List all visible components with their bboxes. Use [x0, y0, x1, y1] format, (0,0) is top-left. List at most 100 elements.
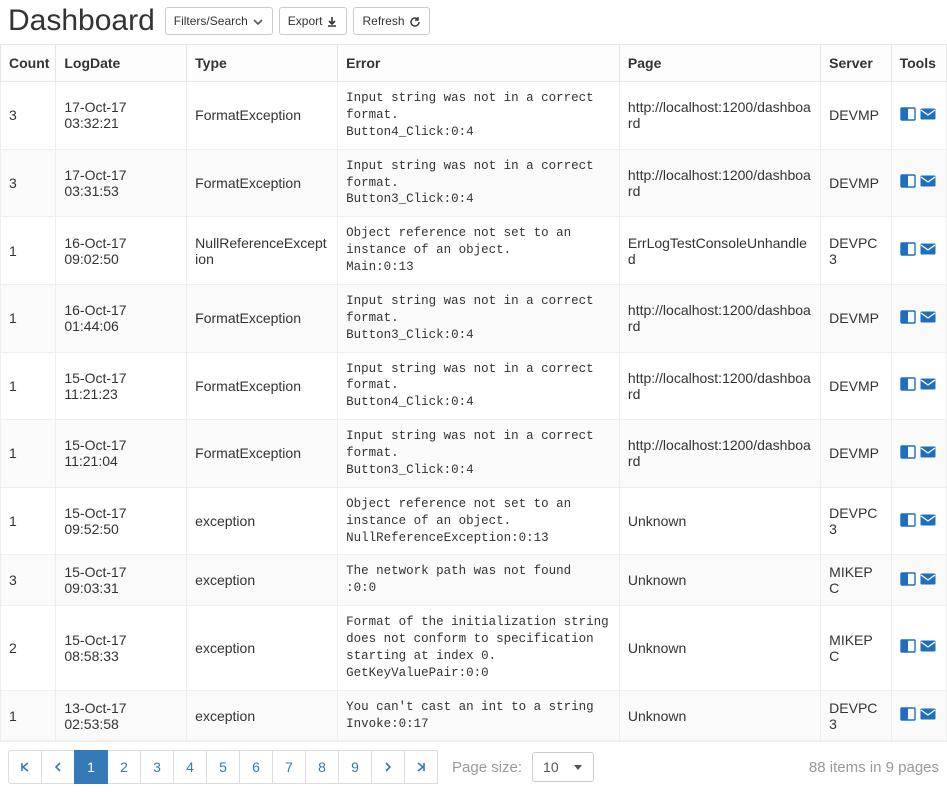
- export-label: Export: [288, 12, 323, 30]
- detail-icon[interactable]: [900, 310, 916, 327]
- cell-tools: [891, 690, 946, 741]
- detail-icon[interactable]: [900, 707, 916, 724]
- mail-icon[interactable]: [920, 572, 936, 589]
- cell-type: exception: [187, 555, 338, 606]
- mail-icon[interactable]: [920, 513, 936, 530]
- detail-icon[interactable]: [900, 445, 916, 462]
- cell-page: ErrLogTestConsoleUnhandled: [619, 217, 820, 285]
- page-size-wrap: Page size: 10: [452, 752, 594, 782]
- pager-next-button[interactable]: [371, 750, 405, 784]
- cell-page: Unknown: [619, 690, 820, 741]
- export-button[interactable]: Export: [279, 7, 348, 35]
- mail-icon[interactable]: [920, 377, 936, 394]
- cell-logdate: 15-Oct-17 08:58:33: [56, 606, 187, 691]
- cell-count: 1: [1, 690, 56, 741]
- cell-server: DEVPC3: [821, 217, 891, 285]
- cell-type: FormatException: [187, 149, 338, 217]
- filters-search-label: Filters/Search: [174, 12, 248, 30]
- pager-prev-button[interactable]: [41, 750, 75, 784]
- detail-icon[interactable]: [900, 377, 916, 394]
- cell-server: DEVMP: [821, 149, 891, 217]
- chevron-down-icon: [252, 15, 264, 27]
- cell-error: Input string was not in a correct format…: [338, 284, 620, 352]
- pager-page-6[interactable]: 6: [239, 750, 273, 784]
- cell-server: DEVMP: [821, 352, 891, 420]
- pager-page-5[interactable]: 5: [206, 750, 240, 784]
- pager-page-4[interactable]: 4: [173, 750, 207, 784]
- cell-logdate: 15-Oct-17 11:21:04: [56, 420, 187, 488]
- cell-type: exception: [187, 690, 338, 741]
- cell-type: NullReferenceException: [187, 217, 338, 285]
- mail-icon[interactable]: [920, 107, 936, 124]
- pager-page-9[interactable]: 9: [338, 750, 372, 784]
- cell-tools: [891, 555, 946, 606]
- pager-page-3[interactable]: 3: [140, 750, 174, 784]
- cell-error: Input string was not in a correct format…: [338, 82, 620, 150]
- page-size-select[interactable]: 10: [532, 752, 594, 782]
- mail-icon[interactable]: [920, 310, 936, 327]
- pager-page-2[interactable]: 2: [107, 750, 141, 784]
- cell-logdate: 16-Oct-17 09:02:50: [56, 217, 187, 285]
- cell-count: 1: [1, 352, 56, 420]
- refresh-icon: [409, 15, 421, 27]
- col-count[interactable]: Count: [1, 45, 56, 82]
- filters-search-button[interactable]: Filters/Search: [165, 7, 273, 35]
- table-row: 116-Oct-17 09:02:50NullReferenceExceptio…: [1, 217, 947, 285]
- table-row: 115-Oct-17 11:21:23FormatExceptionInput …: [1, 352, 947, 420]
- refresh-button[interactable]: Refresh: [353, 7, 429, 35]
- cell-server: DEVPC3: [821, 690, 891, 741]
- col-error[interactable]: Error: [338, 45, 620, 82]
- col-server[interactable]: Server: [821, 45, 891, 82]
- cell-tools: [891, 149, 946, 217]
- pager: 123456789 Page size: 10 88 items in 9 pa…: [0, 741, 947, 792]
- col-page[interactable]: Page: [619, 45, 820, 82]
- cell-logdate: 15-Oct-17 09:03:31: [56, 555, 187, 606]
- caret-down-icon: [573, 759, 583, 775]
- page-title: Dashboard: [8, 4, 155, 38]
- table-row: 115-Oct-17 09:52:50exceptionObject refer…: [1, 487, 947, 555]
- cell-error: Input string was not in a correct format…: [338, 149, 620, 217]
- detail-icon[interactable]: [900, 107, 916, 124]
- cell-tools: [891, 487, 946, 555]
- cell-server: DEVMP: [821, 284, 891, 352]
- cell-logdate: 13-Oct-17 02:53:58: [56, 690, 187, 741]
- pager-last-button[interactable]: [404, 750, 438, 784]
- table-header-row: Count LogDate Type Error Page Server Too…: [1, 45, 947, 82]
- cell-server: DEVPC3: [821, 487, 891, 555]
- col-type[interactable]: Type: [187, 45, 338, 82]
- cell-tools: [891, 284, 946, 352]
- detail-icon[interactable]: [900, 572, 916, 589]
- cell-tools: [891, 420, 946, 488]
- cell-page: http://localhost:1200/dashboard: [619, 149, 820, 217]
- detail-icon[interactable]: [900, 639, 916, 656]
- cell-error: Input string was not in a correct format…: [338, 352, 620, 420]
- cell-logdate: 15-Oct-17 09:52:50: [56, 487, 187, 555]
- pager-page-8[interactable]: 8: [305, 750, 339, 784]
- detail-icon[interactable]: [900, 513, 916, 530]
- pager-first-button[interactable]: [8, 750, 42, 784]
- header-bar: Dashboard Filters/Search Export Refresh: [0, 0, 947, 44]
- pager-page-7[interactable]: 7: [272, 750, 306, 784]
- pager-page-1[interactable]: 1: [74, 750, 108, 784]
- table-row: 115-Oct-17 11:21:04FormatExceptionInput …: [1, 420, 947, 488]
- cell-count: 2: [1, 606, 56, 691]
- cell-logdate: 17-Oct-17 03:31:53: [56, 149, 187, 217]
- cell-error: You can't cast an int to a string Invoke…: [338, 690, 620, 741]
- cell-logdate: 15-Oct-17 11:21:23: [56, 352, 187, 420]
- download-icon: [326, 15, 338, 27]
- col-tools: Tools: [891, 45, 946, 82]
- mail-icon[interactable]: [920, 174, 936, 191]
- detail-icon[interactable]: [900, 242, 916, 259]
- mail-icon[interactable]: [920, 242, 936, 259]
- mail-icon[interactable]: [920, 445, 936, 462]
- col-logdate[interactable]: LogDate: [56, 45, 187, 82]
- cell-type: FormatException: [187, 352, 338, 420]
- cell-count: 1: [1, 217, 56, 285]
- cell-count: 1: [1, 420, 56, 488]
- cell-count: 3: [1, 149, 56, 217]
- cell-page: Unknown: [619, 606, 820, 691]
- mail-icon[interactable]: [920, 707, 936, 724]
- mail-icon[interactable]: [920, 639, 936, 656]
- table-row: 317-Oct-17 03:31:53FormatExceptionInput …: [1, 149, 947, 217]
- detail-icon[interactable]: [900, 174, 916, 191]
